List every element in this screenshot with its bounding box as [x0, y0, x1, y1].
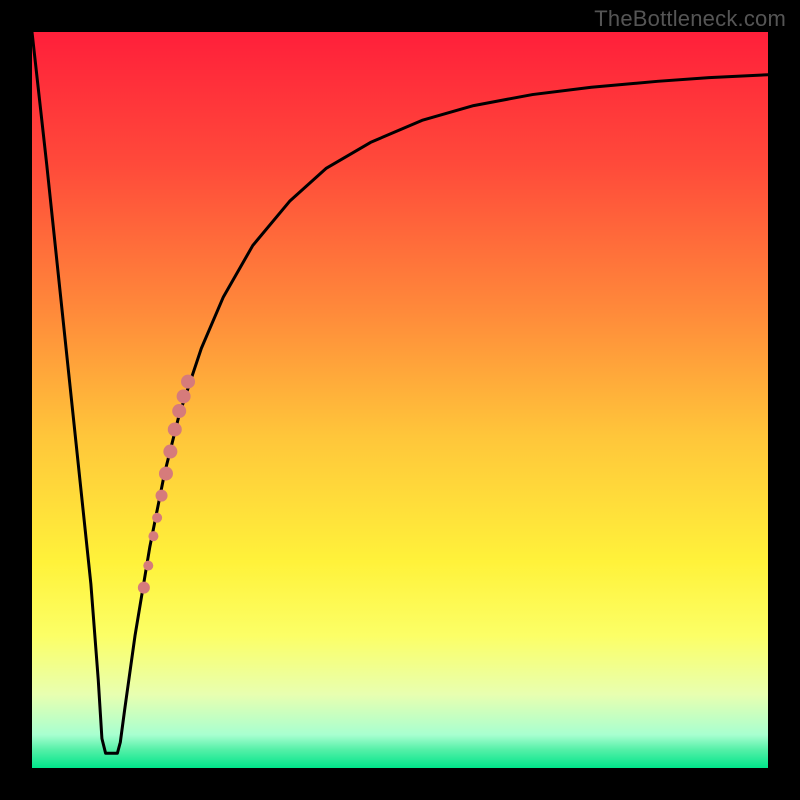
watermark-text: TheBottleneck.com	[594, 6, 786, 32]
highlight-dot	[148, 531, 158, 541]
chart-frame: TheBottleneck.com	[0, 0, 800, 800]
highlight-dot	[168, 422, 182, 436]
highlight-dot	[163, 445, 177, 459]
highlight-dot	[156, 490, 168, 502]
highlight-dot	[181, 375, 195, 389]
highlight-dot	[143, 561, 153, 571]
chart-svg	[32, 32, 768, 768]
highlight-dot	[177, 389, 191, 403]
highlight-dot	[159, 467, 173, 481]
highlight-dot	[172, 404, 186, 418]
plot-area	[32, 32, 768, 768]
highlight-dot	[138, 582, 150, 594]
highlight-dot	[152, 513, 162, 523]
